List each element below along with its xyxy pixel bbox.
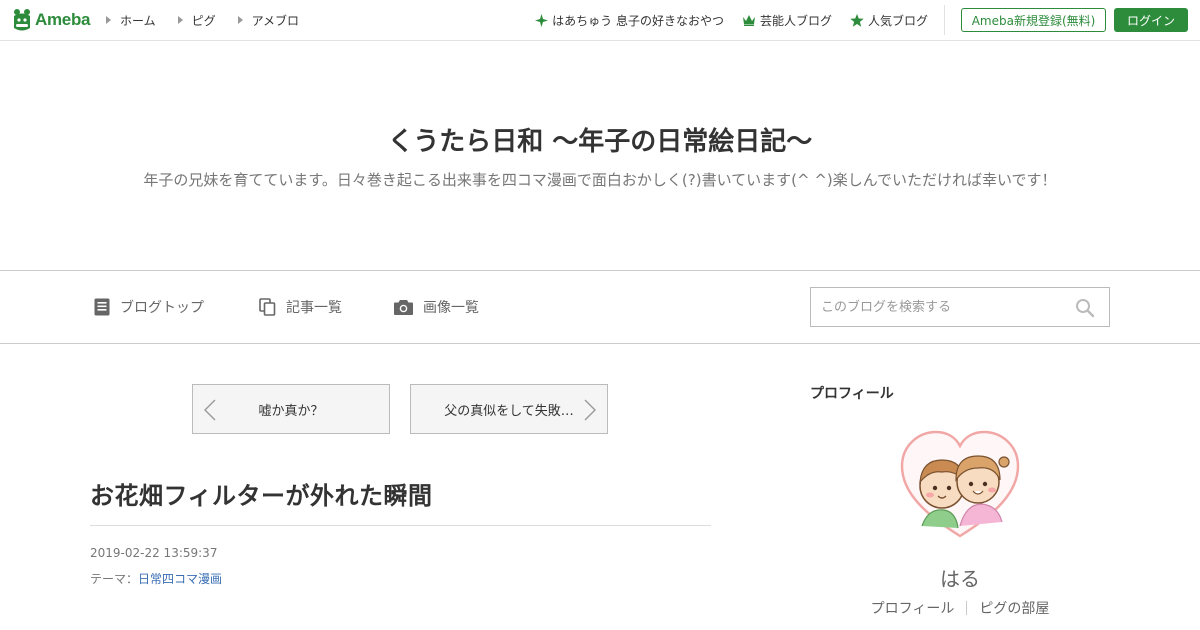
global-header: Ameba ホーム ピグ アメブロ はあちゅう 息子の好きなおやつ 芸能人ブログ… [0, 0, 1200, 41]
header-divider [944, 5, 945, 35]
entry-theme-link[interactable]: 日常四コマ漫画 [138, 572, 222, 586]
copy-icon [259, 298, 276, 316]
nav-ameblo[interactable]: アメブロ [237, 12, 300, 29]
subnav-blog-top[interactable]: ブログトップ [94, 271, 204, 343]
next-entry-label: 父の真似をして失敗… [444, 403, 574, 419]
profile-links: プロフィール ピグの部屋 [810, 598, 1110, 618]
global-nav-left: ホーム ピグ アメブロ [106, 0, 321, 40]
subnav-image-list-label: 画像一覧 [423, 300, 479, 316]
nav-pigg-label: ピグ [191, 13, 216, 28]
nav-trending-link[interactable]: はあちゅう 息子の好きなおやつ [535, 12, 724, 29]
nav-popular-blog[interactable]: 人気ブログ [850, 12, 928, 29]
nav-pigg[interactable]: ピグ [177, 12, 216, 29]
search-icon[interactable] [1075, 298, 1095, 318]
nav-celebrity-blog[interactable]: 芸能人ブログ [742, 12, 832, 29]
entry-theme-prefix: テーマ： [90, 572, 139, 586]
camera-icon [394, 300, 413, 315]
subnav-entry-list-label: 記事一覧 [286, 300, 342, 316]
sparkle-icon [535, 13, 549, 27]
nav-ameblo-label: アメブロ [251, 13, 300, 28]
entry-title[interactable]: お花畑フィルターが外れた瞬間 [90, 476, 433, 511]
global-nav-right: はあちゅう 息子の好きなおやつ 芸能人ブログ 人気ブログ [517, 0, 928, 40]
login-button[interactable]: ログイン [1114, 8, 1188, 32]
ameba-logo[interactable]: Ameba [12, 8, 90, 32]
blog-search-box [810, 287, 1110, 327]
subnav-blog-top-label: ブログトップ [120, 300, 204, 316]
ameba-mascot-icon [14, 9, 30, 31]
link-separator [966, 601, 968, 615]
blog-search-input[interactable] [811, 288, 1061, 326]
profile-link[interactable]: プロフィール [871, 598, 955, 618]
prev-entry-label: 嘘か真か？ [258, 403, 324, 419]
document-icon [94, 298, 110, 316]
triangle-right-icon [177, 16, 183, 24]
profile-avatar[interactable] [898, 428, 1022, 542]
blog-title[interactable]: くうたら日和 〜年子の日常絵日記〜 [0, 121, 1200, 158]
blog-description: 年子の兄妹を育てています。日々巻き起こる出来事を四コマ漫画で面白おかしく(?)書… [143, 171, 1057, 189]
triangle-right-icon [106, 16, 111, 24]
star-icon [850, 13, 864, 27]
entry-date: 2019-02-22 13:59:37 [90, 546, 218, 560]
nav-home-label: ホーム [120, 13, 156, 28]
crown-icon [742, 15, 755, 26]
chevron-left-icon [204, 399, 216, 421]
profile-name[interactable]: はる [810, 563, 1110, 592]
logo-text: Ameba [35, 10, 91, 29]
subnav-entry-list[interactable]: 記事一覧 [259, 271, 342, 343]
blog-subnav: ブログトップ 記事一覧 画像一覧 [0, 270, 1200, 344]
nav-popular-label: 人気ブログ [867, 13, 928, 28]
pigg-room-link[interactable]: ピグの部屋 [979, 598, 1049, 618]
prev-entry-link[interactable]: 嘘か真か？ [192, 384, 390, 434]
entry-theme: テーマ：日常四コマ漫画 [90, 570, 222, 587]
subnav-image-list[interactable]: 画像一覧 [394, 271, 479, 343]
register-button[interactable]: Ameba新規登録(無料) [961, 8, 1106, 32]
entry-title-divider [90, 525, 711, 526]
nav-celebrity-label: 芸能人ブログ [759, 13, 832, 28]
chevron-right-icon [584, 399, 596, 421]
nav-trending-label: はあちゅう 息子の好きなおやつ [552, 13, 724, 28]
blog-header: くうたら日和 〜年子の日常絵日記〜 年子の兄妹を育てています。日々巻き起こる出来… [0, 41, 1200, 271]
triangle-right-icon [237, 16, 243, 24]
profile-heading: プロフィール [810, 386, 894, 402]
nav-home[interactable]: ホーム [106, 12, 156, 29]
next-entry-link[interactable]: 父の真似をして失敗… [410, 384, 608, 434]
